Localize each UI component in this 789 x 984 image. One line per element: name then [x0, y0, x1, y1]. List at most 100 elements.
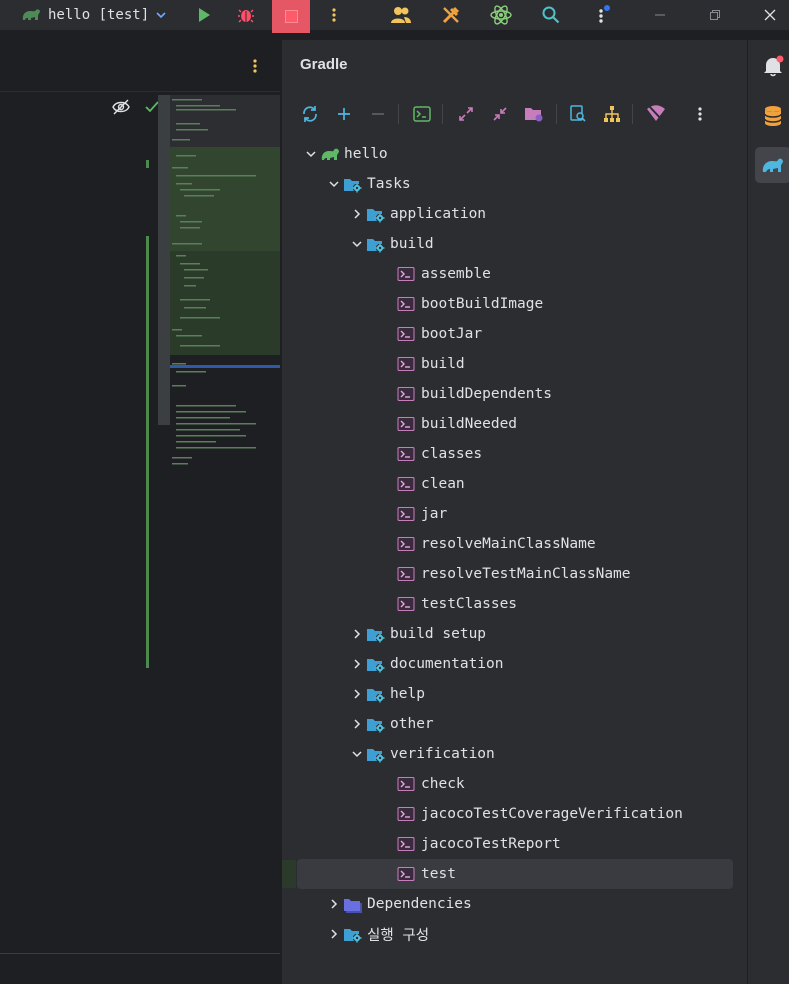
tree-node-label: application	[390, 206, 487, 222]
task-terminal-icon	[397, 777, 415, 791]
collapse-all-button[interactable]	[488, 102, 512, 126]
expand-toggle[interactable]	[351, 718, 363, 730]
tree-node-task[interactable]: jacocoTestCoverageVerification	[297, 799, 733, 829]
tree-node-task[interactable]: resolveMainClassName	[297, 529, 733, 559]
add-project-button[interactable]	[332, 102, 356, 126]
expand-toggle[interactable]	[351, 688, 363, 700]
tree-node-task[interactable]: jar	[297, 499, 733, 529]
group-modules-button[interactable]	[522, 102, 546, 126]
tree-node-label: test	[421, 866, 456, 882]
expand-toggle[interactable]	[351, 208, 363, 220]
restore-icon	[710, 10, 720, 20]
execute-task-button[interactable]	[410, 102, 434, 126]
debug-icon	[238, 9, 254, 23]
tree-node-folder[interactable]: build	[297, 229, 733, 259]
build-tools-button[interactable]	[440, 0, 462, 30]
tree-node-folder[interactable]: other	[297, 709, 733, 739]
tree-node-task[interactable]: buildNeeded	[297, 409, 733, 439]
expand-toggle[interactable]	[351, 658, 363, 670]
restore-button[interactable]	[705, 0, 725, 30]
tree-node-task[interactable]: bootJar	[297, 319, 733, 349]
code-with-me-icon	[391, 7, 411, 23]
tree-node-task[interactable]: jacocoTestReport	[297, 829, 733, 859]
run-config-selector[interactable]: hello [test]	[20, 0, 170, 30]
tree-node-dependencies[interactable]: Dependencies	[297, 889, 733, 919]
tree-node-task[interactable]: classes	[297, 439, 733, 469]
reload-icon	[303, 106, 317, 122]
chevron-down-icon	[352, 751, 362, 758]
task-terminal-icon	[397, 447, 415, 461]
tree-node-folder[interactable]: build setup	[297, 619, 733, 649]
tree-node-icon	[343, 926, 362, 943]
build-tools-icon	[442, 7, 459, 24]
tree-node-project[interactable]: hello	[297, 139, 733, 169]
tree-node-icon	[397, 416, 415, 432]
debug-button[interactable]	[236, 0, 256, 30]
minimize-button[interactable]	[650, 0, 670, 30]
run-more-button[interactable]	[326, 0, 342, 30]
tree-node-task[interactable]: resolveTestMainClassName	[297, 559, 733, 589]
tree-node-folder[interactable]: documentation	[297, 649, 733, 679]
database-button[interactable]	[755, 98, 789, 134]
tree-node-label: 실행 구성	[367, 927, 430, 944]
tree-node-label: help	[390, 686, 425, 702]
expand-toggle[interactable]	[328, 928, 340, 940]
expand-toggle[interactable]	[328, 898, 340, 910]
reload-button[interactable]	[298, 102, 322, 126]
tree-node-label: documentation	[390, 656, 504, 672]
collapse-toggle[interactable]	[351, 238, 363, 250]
tree-node-icon	[397, 386, 415, 402]
tree-node-task[interactable]: clean	[297, 469, 733, 499]
eye-crossed-icon	[112, 99, 130, 115]
tree-node-task[interactable]: bootBuildImage	[297, 289, 733, 319]
tree-node-task[interactable]: check	[297, 769, 733, 799]
tree-node-icon	[397, 596, 415, 612]
toggle-offline-mode-button[interactable]	[644, 102, 668, 126]
atom-button[interactable]	[488, 0, 514, 30]
folder-gear-icon	[367, 629, 385, 643]
tree-node-label: buildNeeded	[421, 416, 518, 432]
tree-node-task[interactable]: testClasses	[297, 589, 733, 619]
tree-node-task[interactable]: test	[297, 859, 733, 889]
tree-node-task[interactable]: buildDependents	[297, 379, 733, 409]
folder-gear-icon	[344, 179, 362, 193]
chevron-down-icon	[329, 181, 339, 188]
analyze-dependencies-button[interactable]	[566, 102, 590, 126]
folder-gear-icon	[367, 749, 385, 763]
tree-node-label: other	[390, 716, 434, 732]
tree-node-label: jacocoTestCoverageVerification	[421, 806, 683, 822]
expand-all-button[interactable]	[454, 102, 478, 126]
tree-node-label: bootBuildImage	[421, 296, 544, 312]
tree-node-icon	[343, 176, 362, 193]
close-button[interactable]	[760, 0, 780, 30]
chevron-right-icon	[354, 719, 361, 729]
collapse-toggle[interactable]	[351, 748, 363, 760]
tree-node-task[interactable]: assemble	[297, 259, 733, 289]
search-button[interactable]	[540, 0, 562, 30]
task-terminal-icon	[397, 567, 415, 581]
main-menu-button[interactable]	[592, 0, 614, 30]
tree-node-folder[interactable]: help	[297, 679, 733, 709]
expand-toggle[interactable]	[351, 628, 363, 640]
task-terminal-icon	[397, 297, 415, 311]
stop-button[interactable]	[272, 0, 310, 33]
tree-node-folder[interactable]: verification	[297, 739, 733, 769]
collapse-toggle[interactable]	[328, 178, 340, 190]
title-bar: hello [test]	[0, 0, 789, 33]
editor-options-button[interactable]	[247, 56, 263, 76]
gradle-toolbar	[282, 96, 748, 132]
tree-node-folder[interactable]: application	[297, 199, 733, 229]
tree-node-folder[interactable]: 실행 구성	[297, 919, 733, 949]
show-dependencies-button[interactable]	[600, 102, 624, 126]
collapse-toggle[interactable]	[305, 148, 317, 160]
offline-wifi-icon	[647, 105, 665, 122]
tree-node-task[interactable]: build	[297, 349, 733, 379]
notifications-button[interactable]	[755, 48, 789, 84]
tree-node-folder[interactable]: Tasks	[297, 169, 733, 199]
run-button[interactable]	[194, 0, 214, 30]
gradle-tool-button[interactable]	[755, 147, 789, 183]
remove-project-button[interactable]	[366, 102, 390, 126]
code-with-me-button[interactable]	[390, 0, 412, 30]
gradle-options-button[interactable]	[688, 102, 712, 126]
reader-mode-button[interactable]	[112, 99, 130, 115]
